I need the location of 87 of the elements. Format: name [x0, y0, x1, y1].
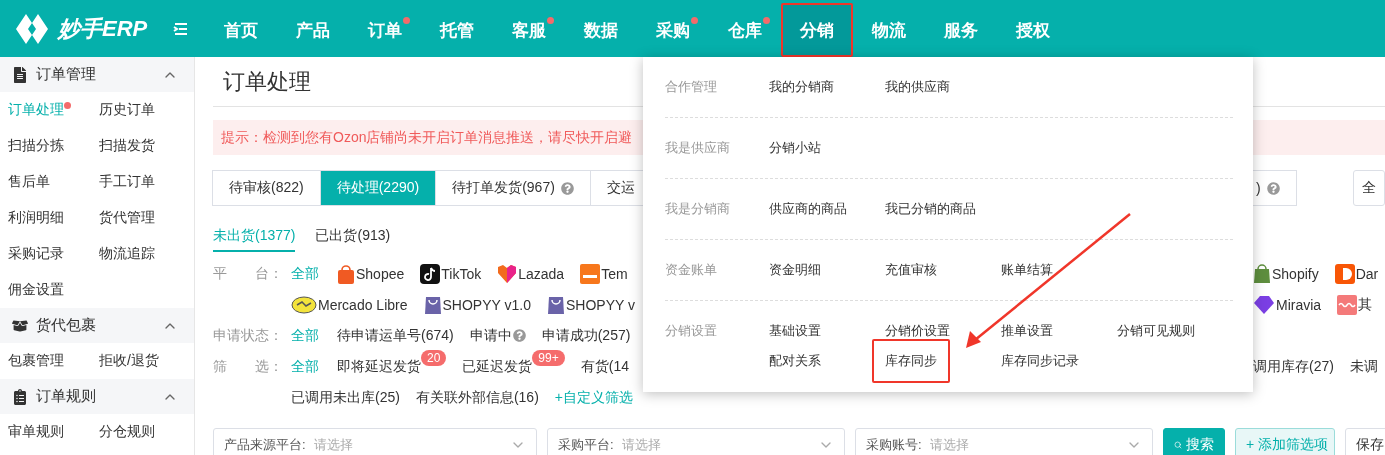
filter-option[interactable]: 未调 [1349, 357, 1378, 376]
count-badge: 99+ [532, 349, 565, 366]
filter-option[interactable]: 待申请运单号(674) [337, 326, 454, 345]
menu-section-label: 合作管理 [665, 78, 718, 96]
filter-option[interactable]: Tem [580, 263, 628, 284]
bag-icon [546, 294, 565, 315]
bag-icon [423, 294, 442, 315]
menu-item[interactable]: 充值审核 [872, 248, 950, 292]
filter-option[interactable]: 其 [1337, 294, 1373, 315]
sidebar-item[interactable]: 审单规则 [8, 423, 64, 441]
group-title: 订单规则 [36, 387, 97, 406]
menu-section-label: 资金账单 [665, 261, 718, 279]
sidebar-item[interactable]: 分仓规则 [99, 423, 155, 441]
filter-option[interactable]: 已调用未出库(25) [291, 388, 400, 407]
help-icon[interactable] [512, 329, 526, 342]
select-field[interactable]: 采购账号: 请选择 [855, 428, 1153, 455]
filter-option[interactable]: Shopee [337, 263, 405, 284]
select-field[interactable]: 采购平台: 请选择 [547, 428, 845, 455]
sidebar-item[interactable]: 货代管理 [99, 209, 155, 227]
shopping-bag-icon [337, 263, 355, 284]
count-badge: 20 [421, 349, 447, 366]
menu-item[interactable]: 库存同步 [872, 339, 950, 383]
menu-icon[interactable] [173, 21, 189, 36]
filter-option[interactable]: SHOPYY v1.0 [423, 294, 531, 315]
filter-label: 平 台： [213, 264, 284, 283]
sidebar-item[interactable]: 利润明细 [8, 209, 64, 227]
group-title: 订单管理 [36, 65, 97, 84]
filter-option[interactable]: 已延迟发货 [462, 357, 533, 376]
filter-option[interactable]: Shopify [1253, 263, 1319, 284]
heart-icon [497, 263, 518, 284]
filter-option[interactable]: Miravia [1253, 294, 1322, 315]
sidebar-group-header[interactable]: 订单规则 [0, 379, 194, 414]
music-note-icon [420, 263, 441, 284]
brand-name: 妙手ERP [58, 14, 148, 43]
group-icon [12, 66, 28, 83]
group-icon [12, 388, 28, 405]
scope-button[interactable]: 全 [1353, 170, 1385, 206]
sub-tab[interactable]: 已出货(913) [315, 222, 391, 252]
help-icon[interactable] [560, 181, 574, 195]
wave-icon [1337, 294, 1358, 315]
sidebar-item[interactable]: 物流追踪 [99, 245, 155, 263]
sidebar-item[interactable]: 佣金设置 [8, 281, 64, 299]
sidebar-group-header[interactable]: 货代包裹 [0, 308, 194, 343]
sidebar-item[interactable]: 售后单 [8, 173, 50, 191]
filter-option[interactable]: 调用库存(27) [1253, 357, 1334, 376]
tab[interactable]: 待审核(822) [212, 170, 321, 206]
filter-option[interactable]: Mercado Libre [291, 295, 408, 314]
sidebar-item[interactable]: 拒收/退货 [99, 352, 159, 370]
menu-item[interactable]: 分销可见规则 [1104, 309, 1208, 353]
group-icon [12, 317, 28, 334]
sidebar-item[interactable]: 扫描分拣 [8, 137, 64, 155]
filter-option[interactable]: 申请中 [469, 326, 526, 345]
square-logo-icon [1334, 263, 1355, 284]
sidebar-item[interactable]: 扫描发货 [99, 137, 155, 155]
filter-option[interactable]: 申请成功(257) [541, 326, 631, 345]
filter-option[interactable]: SHOPYY v [546, 294, 635, 315]
menu-section-label: 分销设置 [665, 322, 718, 340]
sidebar-item[interactable]: 历史订单 [99, 101, 155, 119]
menu-section-label: 我是分销商 [665, 200, 731, 218]
select-field[interactable]: 产品来源平台: 请选择 [213, 428, 537, 455]
filter-option[interactable]: Dar [1334, 263, 1379, 284]
sidebar-item[interactable]: 手工订单 [99, 173, 155, 191]
menu-item[interactable]: 我已分销的商品 [872, 187, 989, 231]
save-button[interactable]: 保存 [1345, 428, 1385, 455]
gem-icon [1253, 294, 1275, 315]
menu-item[interactable]: 账单结算 [988, 248, 1066, 292]
tab[interactable]: 待打单发货(967) [435, 170, 591, 206]
help-icon[interactable] [1266, 181, 1280, 195]
filter-option[interactable]: TikTok [420, 263, 482, 284]
filter-option[interactable]: Lazada [497, 263, 565, 284]
menu-item[interactable]: 我的分销商 [756, 65, 847, 109]
tab[interactable]: ) [1252, 170, 1297, 206]
filter-option[interactable]: 有关联外部信息(16) [415, 388, 539, 407]
menu-item[interactable]: 我的供应商 [872, 65, 963, 109]
filter-option[interactable]: 有货(14 [580, 357, 629, 376]
bag-icon [1253, 263, 1271, 284]
square-logo-icon [580, 263, 601, 284]
filter-option[interactable]: 即将延迟发货 [337, 357, 421, 376]
filter-label: 筛 选： [213, 357, 284, 376]
filter-label: 申请状态： [213, 326, 284, 345]
menu-item[interactable]: 供应商的商品 [756, 187, 860, 231]
sidebar-group-header[interactable]: 订单管理 [0, 57, 194, 92]
menu-item[interactable]: 资金明细 [756, 248, 834, 292]
sidebar-item[interactable]: 采购记录 [8, 245, 64, 263]
group-title: 货代包裹 [36, 316, 97, 335]
sidebar-item[interactable]: 包裹管理 [8, 352, 64, 370]
menu-section-label: 我是供应商 [665, 139, 731, 157]
